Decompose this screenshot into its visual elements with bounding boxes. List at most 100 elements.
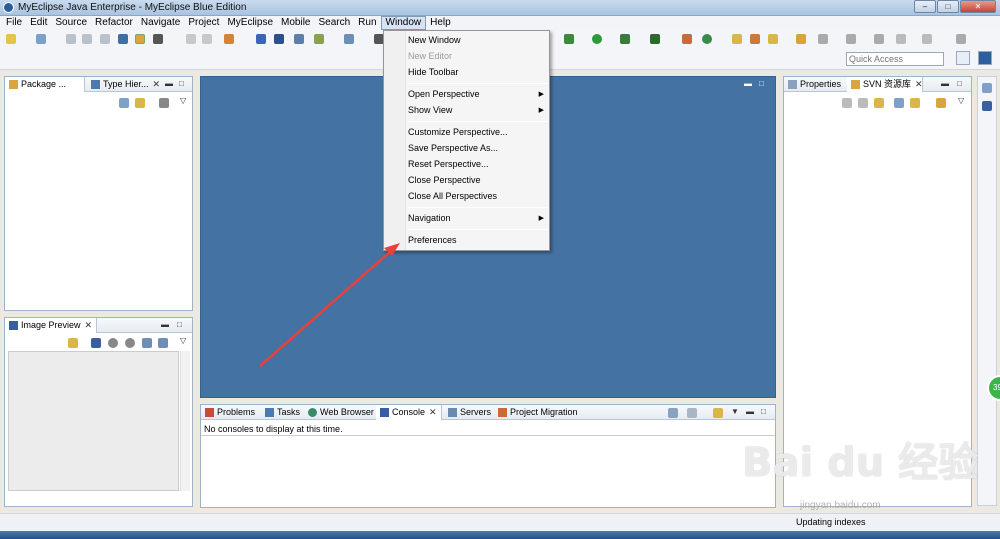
menu-mobile[interactable]: Mobile [277, 16, 314, 30]
last-edit-icon[interactable] [874, 34, 884, 44]
tab-image-preview[interactable]: Image Preview ✕ [5, 318, 97, 333]
new-project-icon[interactable] [36, 34, 46, 44]
view-menu-icon[interactable]: ▼ [731, 408, 739, 416]
menu-item-new-window[interactable]: New Window [408, 33, 548, 48]
menu-myeclipse[interactable]: MyEclipse [223, 16, 277, 30]
fit-window-icon[interactable] [158, 338, 168, 348]
vertical-scrollbar[interactable] [180, 351, 190, 491]
external-icon[interactable] [956, 34, 966, 44]
back-nav-icon[interactable] [842, 98, 852, 108]
menu-item-open-perspective[interactable]: Open Perspective ▶ [408, 87, 548, 102]
svn-location-icon[interactable] [936, 98, 946, 108]
menu-edit[interactable]: Edit [26, 16, 51, 30]
collapse-all-icon[interactable] [894, 98, 904, 108]
tab-console[interactable]: Console ✕ [376, 405, 442, 420]
close-button[interactable]: ✕ [960, 0, 996, 13]
globe-icon[interactable] [294, 34, 304, 44]
menu-help[interactable]: Help [426, 16, 455, 30]
tab-web-browser[interactable]: Web Browser [304, 405, 376, 420]
close-tab-icon[interactable]: ✕ [429, 407, 437, 417]
menu-item-reset-perspective[interactable]: Reset Perspective... [408, 157, 548, 172]
view-menu-icon[interactable]: ▽ [958, 97, 966, 105]
link-editor-icon[interactable] [135, 98, 145, 108]
menu-item-save-perspective[interactable]: Save Perspective As... [408, 141, 548, 156]
tab-properties[interactable]: Properties [784, 77, 846, 92]
zoom-in-icon[interactable] [125, 338, 135, 348]
task-icon[interactable] [796, 34, 806, 44]
run-icon[interactable] [592, 34, 602, 44]
pencil-icon[interactable] [768, 34, 778, 44]
tab-package-explorer[interactable]: Package ... [5, 77, 85, 92]
menu-item-hide-toolbar[interactable]: Hide Toolbar [408, 65, 548, 80]
build-icon[interactable] [682, 34, 692, 44]
server-icon[interactable] [135, 34, 145, 44]
redo-icon[interactable] [202, 34, 212, 44]
restore-icon[interactable] [982, 83, 992, 93]
tab-svn-repository[interactable]: SVN 资源库 ✕ [847, 77, 923, 92]
save-icon[interactable] [66, 34, 76, 44]
menu-file[interactable]: File [2, 16, 26, 30]
display-console-icon[interactable] [687, 408, 697, 418]
add-repository-icon[interactable] [910, 98, 920, 108]
open-perspective-icon[interactable] [956, 51, 970, 65]
wand-icon[interactable] [314, 34, 324, 44]
maximize-view-icon[interactable]: □ [761, 408, 769, 416]
tab-servers[interactable]: Servers [444, 405, 492, 420]
menu-item-customize-perspective[interactable]: Customize Perspective... [408, 125, 548, 140]
forward-icon[interactable] [922, 34, 932, 44]
maximize-view-icon[interactable]: □ [179, 80, 187, 88]
tab-project-migration[interactable]: Project Migration [494, 405, 590, 420]
search-tool-icon[interactable] [344, 34, 354, 44]
menu-item-close-perspective[interactable]: Close Perspective [408, 173, 548, 188]
actual-size-icon[interactable] [142, 338, 152, 348]
menu-project[interactable]: Project [184, 16, 223, 30]
menu-item-preferences[interactable]: Preferences [408, 233, 548, 248]
filter-icon[interactable] [159, 98, 169, 108]
minimize-view-icon[interactable]: ▬ [941, 80, 949, 88]
web-icon[interactable] [224, 34, 234, 44]
view-menu-icon[interactable]: ▽ [180, 97, 188, 105]
maximize-view-icon[interactable]: □ [957, 80, 965, 88]
minimize-view-icon[interactable]: ▬ [161, 321, 169, 329]
open-type-icon[interactable] [750, 34, 760, 44]
menu-search[interactable]: Search [314, 16, 354, 30]
cube-icon[interactable] [256, 34, 266, 44]
maximize-editor-icon[interactable]: □ [759, 80, 767, 88]
maximize-view-icon[interactable]: □ [177, 321, 185, 329]
menu-item-show-view[interactable]: Show View ▶ [408, 103, 548, 118]
menu-window[interactable]: Window [380, 16, 427, 30]
minimize-view-icon[interactable]: ▬ [165, 80, 173, 88]
tab-problems[interactable]: Problems [201, 405, 259, 420]
database-icon[interactable] [274, 34, 284, 44]
zoom-out-icon[interactable] [108, 338, 118, 348]
new-icon[interactable] [6, 34, 16, 44]
outline-icon[interactable] [982, 101, 992, 111]
refresh-repo-icon[interactable] [874, 98, 884, 108]
minimize-view-icon[interactable]: ▬ [746, 408, 754, 416]
menu-source[interactable]: Source [51, 16, 91, 30]
menu-run[interactable]: Run [354, 16, 380, 30]
print-icon[interactable] [100, 34, 110, 44]
close-tab-icon[interactable]: ✕ [915, 79, 923, 89]
close-tab-icon[interactable]: ✕ [85, 320, 93, 330]
view-menu-icon[interactable]: ▽ [180, 337, 188, 345]
debug-icon[interactable] [564, 34, 574, 44]
maximize-button[interactable]: □ [937, 0, 959, 13]
menu-navigate[interactable]: Navigate [137, 16, 184, 30]
back-icon[interactable] [896, 34, 906, 44]
tab-type-hierarchy[interactable]: Type Hier... ✕ [87, 77, 177, 92]
tab-tasks[interactable]: Tasks [261, 405, 301, 420]
next-annotation-icon[interactable] [818, 34, 828, 44]
forward-nav-icon[interactable] [858, 98, 868, 108]
undo-icon[interactable] [186, 34, 196, 44]
fit-image-icon[interactable] [91, 338, 101, 348]
folder-open-icon[interactable] [732, 34, 742, 44]
tool-icon[interactable] [153, 34, 163, 44]
myeclipse-perspective-icon[interactable] [978, 51, 992, 65]
minimize-button[interactable]: – [914, 0, 936, 13]
menu-item-navigation[interactable]: Navigation ▶ [408, 211, 548, 226]
close-tab-icon[interactable]: ✕ [153, 79, 161, 89]
open-console-icon[interactable] [668, 408, 678, 418]
run-config-icon[interactable] [620, 34, 630, 44]
prev-annotation-icon[interactable] [846, 34, 856, 44]
